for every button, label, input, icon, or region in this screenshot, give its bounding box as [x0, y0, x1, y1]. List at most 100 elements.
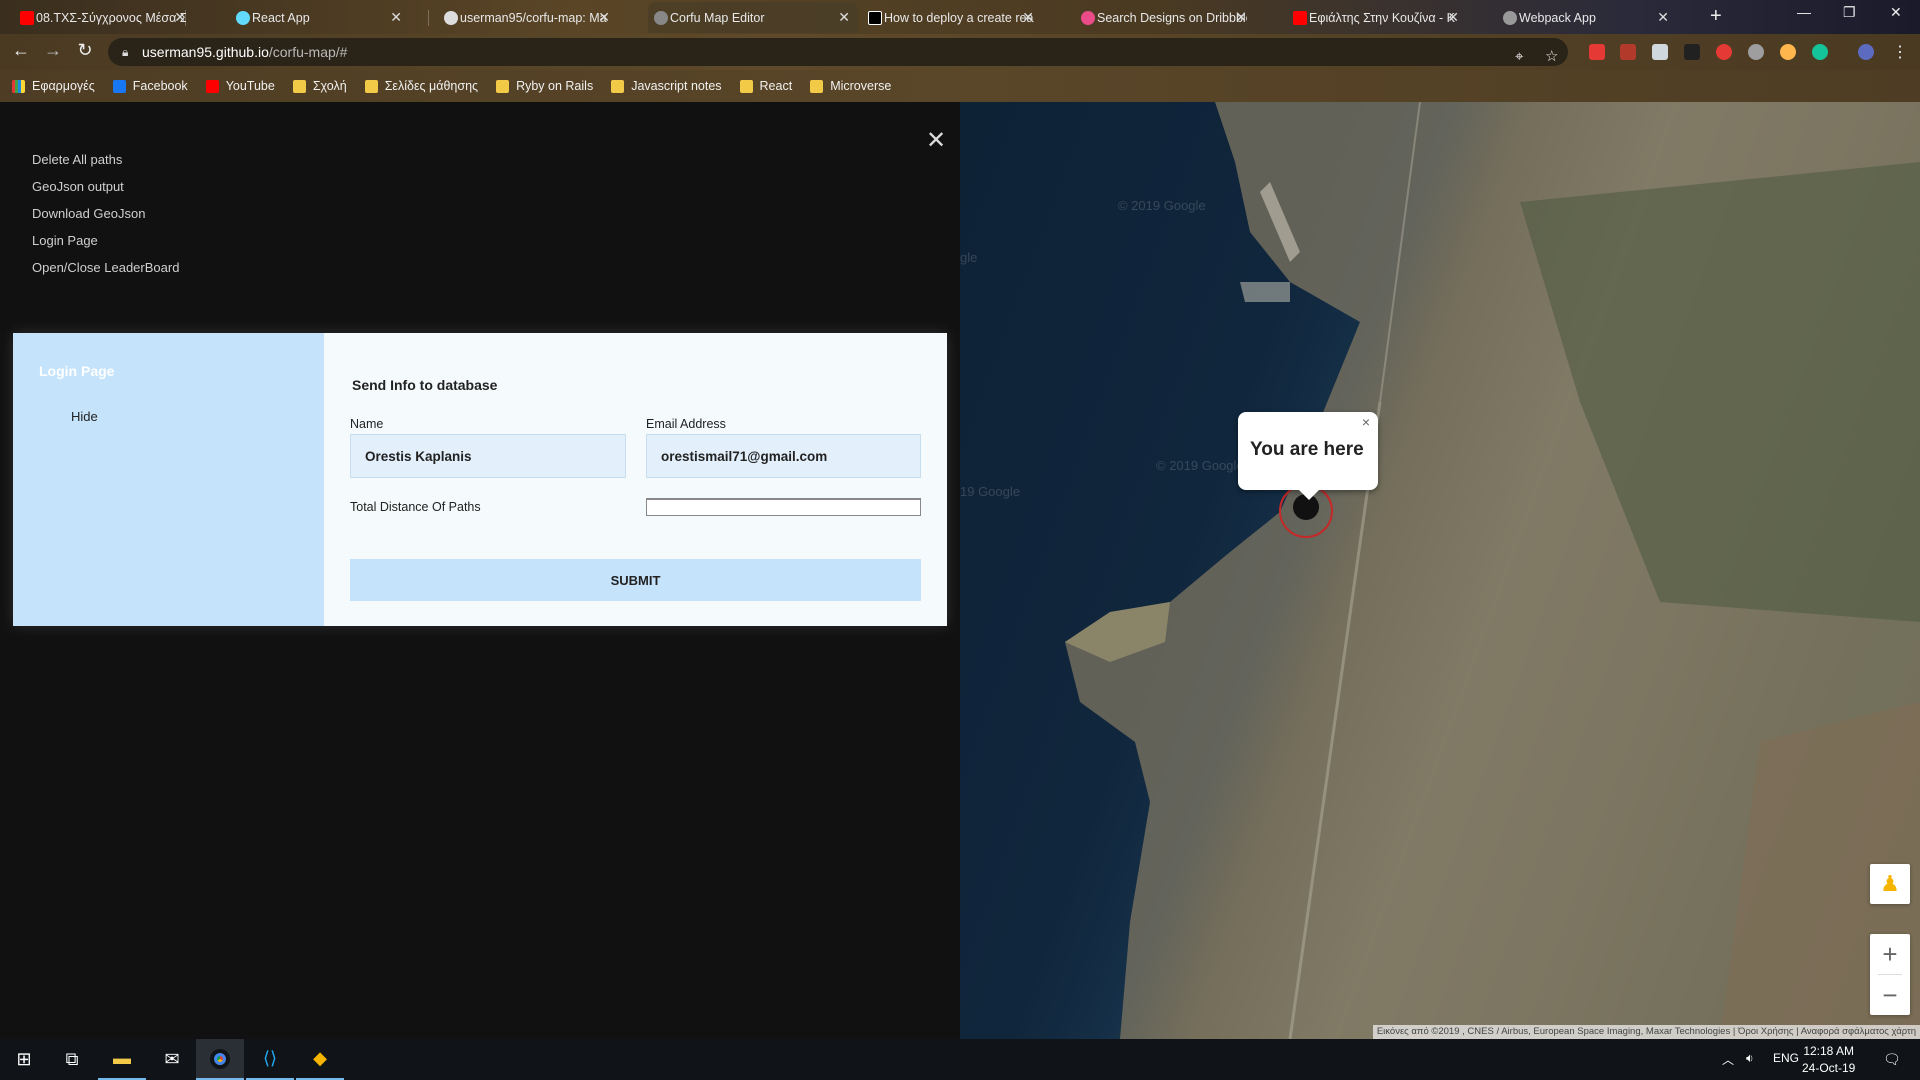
color-extension-icon[interactable]: [1780, 44, 1796, 60]
name-input[interactable]: [350, 434, 626, 478]
location-target-icon[interactable]: ⌖: [1515, 43, 1523, 71]
bookmark-folder[interactable]: Ryby on Rails: [496, 79, 593, 93]
restore-icon[interactable]: ❐: [1843, 4, 1856, 21]
browser-tab[interactable]: Webpack App ✕: [1497, 2, 1677, 33]
hide-button[interactable]: Hide: [71, 409, 98, 424]
bookmark-folder[interactable]: Σχολή: [292, 79, 347, 93]
map-watermark: gle: [960, 250, 978, 265]
page-content: Delete All paths GeoJson output Download…: [0, 102, 1920, 1039]
forward-arrow-icon[interactable]: →: [41, 40, 65, 61]
grammarly-extension-icon[interactable]: [1812, 44, 1828, 60]
bookmark-label: Javascript notes: [631, 79, 722, 93]
browser-tab[interactable]: How to deploy a create rea ✕: [862, 2, 1042, 33]
browser-tab-active[interactable]: Corfu Map Editor ✕: [648, 2, 858, 33]
taskbar-clock[interactable]: 12:18 AM 24-Oct-19: [1802, 1043, 1855, 1077]
popup-close-icon[interactable]: ×: [1362, 414, 1370, 430]
url-path: /corfu-map/#: [268, 44, 348, 60]
back-arrow-icon[interactable]: ←: [9, 40, 33, 61]
folder-icon: [496, 79, 510, 93]
stop-extension-icon[interactable]: [1716, 44, 1732, 60]
menu-geojson-output[interactable]: GeoJson output: [32, 179, 179, 194]
vscode-icon[interactable]: ⟨⟩: [246, 1039, 294, 1080]
tab-close-icon[interactable]: ✕: [1657, 9, 1669, 26]
browser-tab[interactable]: Search Designs on Dribbble ✕: [1075, 2, 1255, 33]
satellite-map[interactable]: © 2019 Google © 2019 Google 19 Google gl…: [960, 102, 1920, 1039]
profile-avatar-icon[interactable]: [1858, 44, 1874, 60]
tray-chevron-icon[interactable]: ︿: [1722, 1051, 1734, 1068]
zoom-in-button[interactable]: +: [1870, 934, 1910, 974]
kebab-menu-icon[interactable]: ⋮: [1888, 42, 1912, 62]
bookmark-facebook[interactable]: Facebook: [112, 79, 188, 93]
youtube-icon: [205, 79, 219, 93]
bookmark-star-icon[interactable]: ☆: [1545, 43, 1558, 71]
bookmark-label: Σχολή: [312, 79, 347, 93]
task-view-icon[interactable]: ⧉: [48, 1039, 96, 1080]
browser-tab[interactable]: 08.ΤΧΣ-Σύγχρονος Μέσα Στα ✕: [14, 2, 194, 33]
minimize-icon[interactable]: —: [1797, 4, 1811, 20]
video-extension-icon[interactable]: [1684, 44, 1700, 60]
folder-icon: [739, 79, 753, 93]
tab-close-icon[interactable]: ✕: [838, 9, 850, 26]
browser-tab[interactable]: React App ✕: [230, 2, 410, 33]
adblock-extension-icon[interactable]: [1589, 44, 1605, 60]
street-view-pegman-icon[interactable]: ♟: [1870, 864, 1910, 904]
tab-close-icon[interactable]: ✕: [1235, 9, 1247, 26]
distance-label: Total Distance Of Paths: [350, 500, 481, 514]
dot-extension-icon[interactable]: [1748, 44, 1764, 60]
bookmark-youtube[interactable]: YouTube: [205, 79, 275, 93]
folder-icon: [611, 79, 625, 93]
email-input[interactable]: [646, 434, 921, 478]
volume-icon[interactable]: 🔉︎: [1746, 1051, 1754, 1066]
notification-center-icon[interactable]: 🗨︎: [1883, 1051, 1901, 1068]
git-kraken-icon[interactable]: ◆: [296, 1039, 344, 1080]
tab-title: Search Designs on Dribbble: [1097, 10, 1247, 25]
language-indicator[interactable]: ENG: [1773, 1051, 1799, 1065]
folder-icon: [810, 79, 824, 93]
sidebar-menu: Delete All paths GeoJson output Download…: [32, 152, 179, 287]
mail-icon[interactable]: ✉: [148, 1039, 196, 1080]
tab-title: 08.ΤΧΣ-Σύγχρονος Μέσα Στα: [36, 10, 186, 25]
bookmark-folder[interactable]: Microverse: [810, 79, 891, 93]
bookmark-label: Σελίδες μάθησης: [384, 79, 479, 93]
map-attribution[interactable]: Εικόνες από ©2019 , CNES / Airbus, Europ…: [1372, 1025, 1920, 1039]
login-card: Login Page Hide Send Info to database Na…: [13, 333, 947, 626]
tab-separator: [428, 10, 429, 26]
map-watermark: © 2019 Google: [1156, 458, 1244, 473]
menu-login-page[interactable]: Login Page: [32, 233, 179, 248]
menu-open-close-leaderboard[interactable]: Open/Close LeaderBoard: [32, 260, 179, 275]
distance-input[interactable]: [646, 498, 921, 516]
tab-close-icon[interactable]: ✕: [1022, 9, 1034, 26]
email-label: Email Address: [646, 417, 726, 431]
menu-delete-all-paths[interactable]: Delete All paths: [32, 152, 179, 167]
windows-start-icon[interactable]: ⊞: [0, 1039, 48, 1080]
tab-close-icon[interactable]: ✕: [598, 9, 610, 26]
popup-text: You are here: [1250, 439, 1364, 460]
form-title: Send Info to database: [352, 377, 498, 393]
bookmark-folder[interactable]: React: [739, 79, 792, 93]
globe-favicon-icon: [654, 11, 668, 25]
bookmark-folder[interactable]: Σελίδες μάθησης: [364, 79, 479, 93]
reload-icon[interactable]: ↻: [73, 40, 97, 61]
sidebar-close-icon[interactable]: ✕: [926, 126, 946, 155]
browser-tab[interactable]: userman95/corfu-map: Ma ✕: [438, 2, 618, 33]
submit-button[interactable]: SUBMIT: [350, 559, 921, 601]
dribbble-favicon-icon: [1081, 11, 1095, 25]
cube-extension-icon[interactable]: [1652, 44, 1668, 60]
menu-download-geojson[interactable]: Download GeoJson: [32, 206, 179, 221]
folder-icon: [364, 79, 378, 93]
chrome-icon[interactable]: [196, 1039, 244, 1080]
address-bar[interactable]: 🔒︎ userman95.github.io/corfu-map/# ⌖ ☆: [108, 38, 1568, 66]
bookmark-apps[interactable]: Εφαρμογές: [12, 79, 95, 93]
tab-close-icon[interactable]: ✕: [390, 9, 402, 26]
lock-icon: 🔒︎: [122, 45, 129, 59]
file-explorer-icon[interactable]: ▬: [98, 1039, 146, 1080]
zoom-out-button[interactable]: −: [1870, 975, 1910, 1015]
map-watermark: © 2019 Google: [1118, 198, 1206, 213]
pdf-extension-icon[interactable]: [1620, 44, 1636, 60]
browser-tab[interactable]: Εφιάλτης Στην Κουζίνα - Κ ✕: [1287, 2, 1467, 33]
bookmark-folder[interactable]: Javascript notes: [611, 79, 722, 93]
login-side-panel: Login Page Hide: [13, 333, 324, 626]
tab-close-icon[interactable]: ✕: [1447, 9, 1459, 26]
close-window-icon[interactable]: ✕: [1890, 4, 1902, 21]
new-tab-plus-icon[interactable]: +: [1710, 5, 1722, 28]
